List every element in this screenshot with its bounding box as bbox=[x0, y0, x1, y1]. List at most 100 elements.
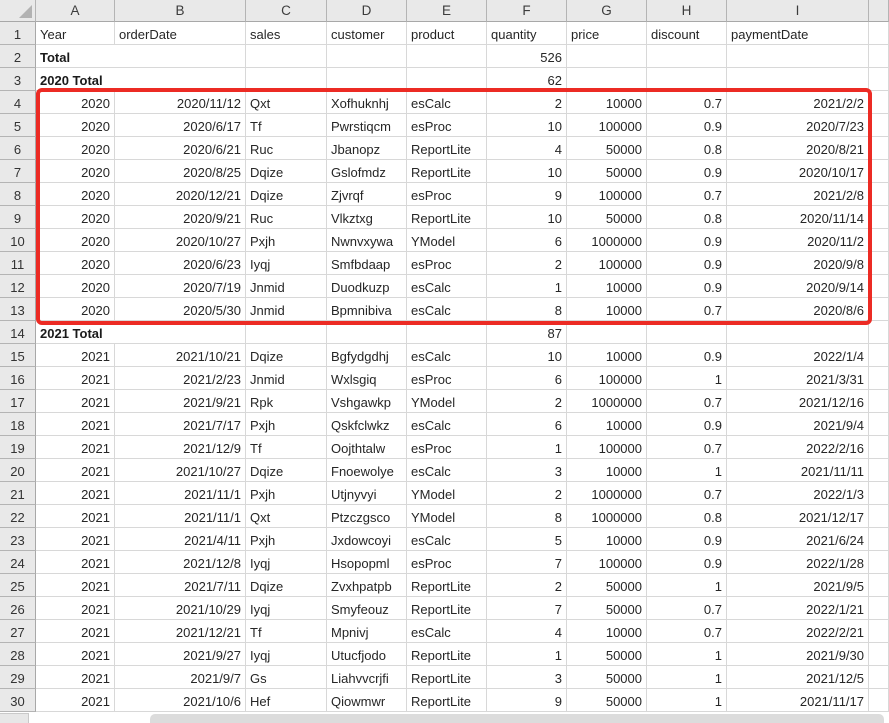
cell[interactable]: esProc bbox=[407, 367, 487, 390]
cell[interactable] bbox=[869, 666, 889, 689]
cell[interactable] bbox=[869, 505, 889, 528]
cell[interactable] bbox=[869, 321, 889, 344]
cell[interactable] bbox=[869, 275, 889, 298]
cell[interactable]: 2021 bbox=[36, 528, 115, 551]
cell[interactable]: 0.9 bbox=[647, 551, 727, 574]
cell[interactable]: 2021/9/21 bbox=[115, 390, 246, 413]
cell[interactable] bbox=[869, 68, 889, 91]
cell[interactable] bbox=[869, 551, 889, 574]
cell[interactable]: 0.7 bbox=[647, 482, 727, 505]
row-header-7[interactable]: 7 bbox=[0, 160, 36, 183]
cell[interactable] bbox=[869, 229, 889, 252]
cell[interactable]: 2021 bbox=[36, 666, 115, 689]
cell[interactable]: 2020 bbox=[36, 229, 115, 252]
cell[interactable]: 1000000 bbox=[567, 482, 647, 505]
cell[interactable]: 2020/7/19 bbox=[115, 275, 246, 298]
cell[interactable]: 1 bbox=[647, 459, 727, 482]
row-header-23[interactable]: 23 bbox=[0, 528, 36, 551]
cell[interactable]: 2021 Total bbox=[36, 321, 246, 344]
row-header-30[interactable]: 30 bbox=[0, 689, 36, 712]
cell[interactable] bbox=[869, 597, 889, 620]
cell[interactable]: ReportLite bbox=[407, 574, 487, 597]
cell[interactable]: 0.9 bbox=[647, 528, 727, 551]
cell[interactable]: ReportLite bbox=[407, 160, 487, 183]
cell[interactable]: 10 bbox=[487, 160, 567, 183]
cell[interactable]: Iyqj bbox=[246, 551, 327, 574]
cell[interactable]: esCalc bbox=[407, 528, 487, 551]
row-header-25[interactable]: 25 bbox=[0, 574, 36, 597]
cell[interactable]: 2 bbox=[487, 91, 567, 114]
cell[interactable]: esCalc bbox=[407, 91, 487, 114]
column-header-a[interactable]: A bbox=[36, 0, 115, 22]
cell[interactable]: 2020/12/21 bbox=[115, 183, 246, 206]
cell[interactable]: Iyqj bbox=[246, 252, 327, 275]
row-header-6[interactable]: 6 bbox=[0, 137, 36, 160]
column-header-e[interactable]: E bbox=[407, 0, 487, 22]
cell[interactable] bbox=[869, 643, 889, 666]
cell[interactable]: quantity bbox=[487, 22, 567, 45]
cell[interactable]: 1 bbox=[647, 574, 727, 597]
cell[interactable]: 7 bbox=[487, 597, 567, 620]
cell[interactable] bbox=[647, 45, 727, 68]
cell[interactable]: Mpnivj bbox=[327, 620, 407, 643]
cell[interactable]: 2021/9/30 bbox=[727, 643, 869, 666]
cell[interactable]: 2021/11/1 bbox=[115, 505, 246, 528]
cell[interactable] bbox=[869, 436, 889, 459]
row-header-20[interactable]: 20 bbox=[0, 459, 36, 482]
cell[interactable]: 0.7 bbox=[647, 183, 727, 206]
cell[interactable]: Year bbox=[36, 22, 115, 45]
cell[interactable]: Vshgawkp bbox=[327, 390, 407, 413]
cell[interactable]: 2022/2/21 bbox=[727, 620, 869, 643]
cell[interactable]: Jnmid bbox=[246, 367, 327, 390]
row-header-11[interactable]: 11 bbox=[0, 252, 36, 275]
sheet-tab-corner[interactable] bbox=[0, 713, 29, 723]
cell[interactable]: Dqize bbox=[246, 160, 327, 183]
cell[interactable] bbox=[869, 22, 889, 45]
cell[interactable]: 1 bbox=[487, 275, 567, 298]
cell[interactable]: 2021/11/11 bbox=[727, 459, 869, 482]
cell[interactable]: ReportLite bbox=[407, 597, 487, 620]
cell[interactable]: 2021/7/11 bbox=[115, 574, 246, 597]
cell[interactable]: 526 bbox=[487, 45, 567, 68]
cell[interactable] bbox=[869, 482, 889, 505]
cell[interactable]: 2021/12/16 bbox=[727, 390, 869, 413]
cell[interactable] bbox=[246, 45, 327, 68]
cell[interactable]: Tf bbox=[246, 436, 327, 459]
cell[interactable] bbox=[869, 183, 889, 206]
cell[interactable]: esProc bbox=[407, 114, 487, 137]
cell[interactable]: 2020/7/23 bbox=[727, 114, 869, 137]
cell[interactable]: 10000 bbox=[567, 275, 647, 298]
cell[interactable]: Dqize bbox=[246, 183, 327, 206]
cell[interactable]: YModel bbox=[407, 390, 487, 413]
cell[interactable]: 0.8 bbox=[647, 206, 727, 229]
cell[interactable]: Qiowmwr bbox=[327, 689, 407, 712]
cell[interactable]: orderDate bbox=[115, 22, 246, 45]
cell[interactable]: Smyfeouz bbox=[327, 597, 407, 620]
cell[interactable]: 100000 bbox=[567, 183, 647, 206]
cell[interactable]: 2021 bbox=[36, 643, 115, 666]
cell[interactable]: 1 bbox=[647, 643, 727, 666]
cell[interactable]: Utucfjodo bbox=[327, 643, 407, 666]
cell[interactable]: 2020/8/6 bbox=[727, 298, 869, 321]
cell[interactable]: 0.9 bbox=[647, 413, 727, 436]
cell[interactable]: 2020 bbox=[36, 114, 115, 137]
cell[interactable]: Xofhuknhj bbox=[327, 91, 407, 114]
cell[interactable]: ReportLite bbox=[407, 137, 487, 160]
row-header-5[interactable]: 5 bbox=[0, 114, 36, 137]
cell[interactable]: Tf bbox=[246, 114, 327, 137]
cell[interactable]: 1 bbox=[487, 643, 567, 666]
cell[interactable]: Dqize bbox=[246, 574, 327, 597]
cell[interactable]: ReportLite bbox=[407, 689, 487, 712]
cell[interactable]: ReportLite bbox=[407, 206, 487, 229]
cell[interactable]: Dqize bbox=[246, 344, 327, 367]
row-header-16[interactable]: 16 bbox=[0, 367, 36, 390]
cell[interactable]: 2021/11/17 bbox=[727, 689, 869, 712]
cell[interactable]: 2021/9/4 bbox=[727, 413, 869, 436]
cell[interactable]: 0.9 bbox=[647, 344, 727, 367]
cell[interactable]: 2021/9/27 bbox=[115, 643, 246, 666]
cell[interactable]: 2020 bbox=[36, 137, 115, 160]
cell[interactable]: Pxjh bbox=[246, 229, 327, 252]
cell[interactable]: Utjnyvyi bbox=[327, 482, 407, 505]
cell[interactable]: Liahvvcrjfi bbox=[327, 666, 407, 689]
cell[interactable]: discount bbox=[647, 22, 727, 45]
